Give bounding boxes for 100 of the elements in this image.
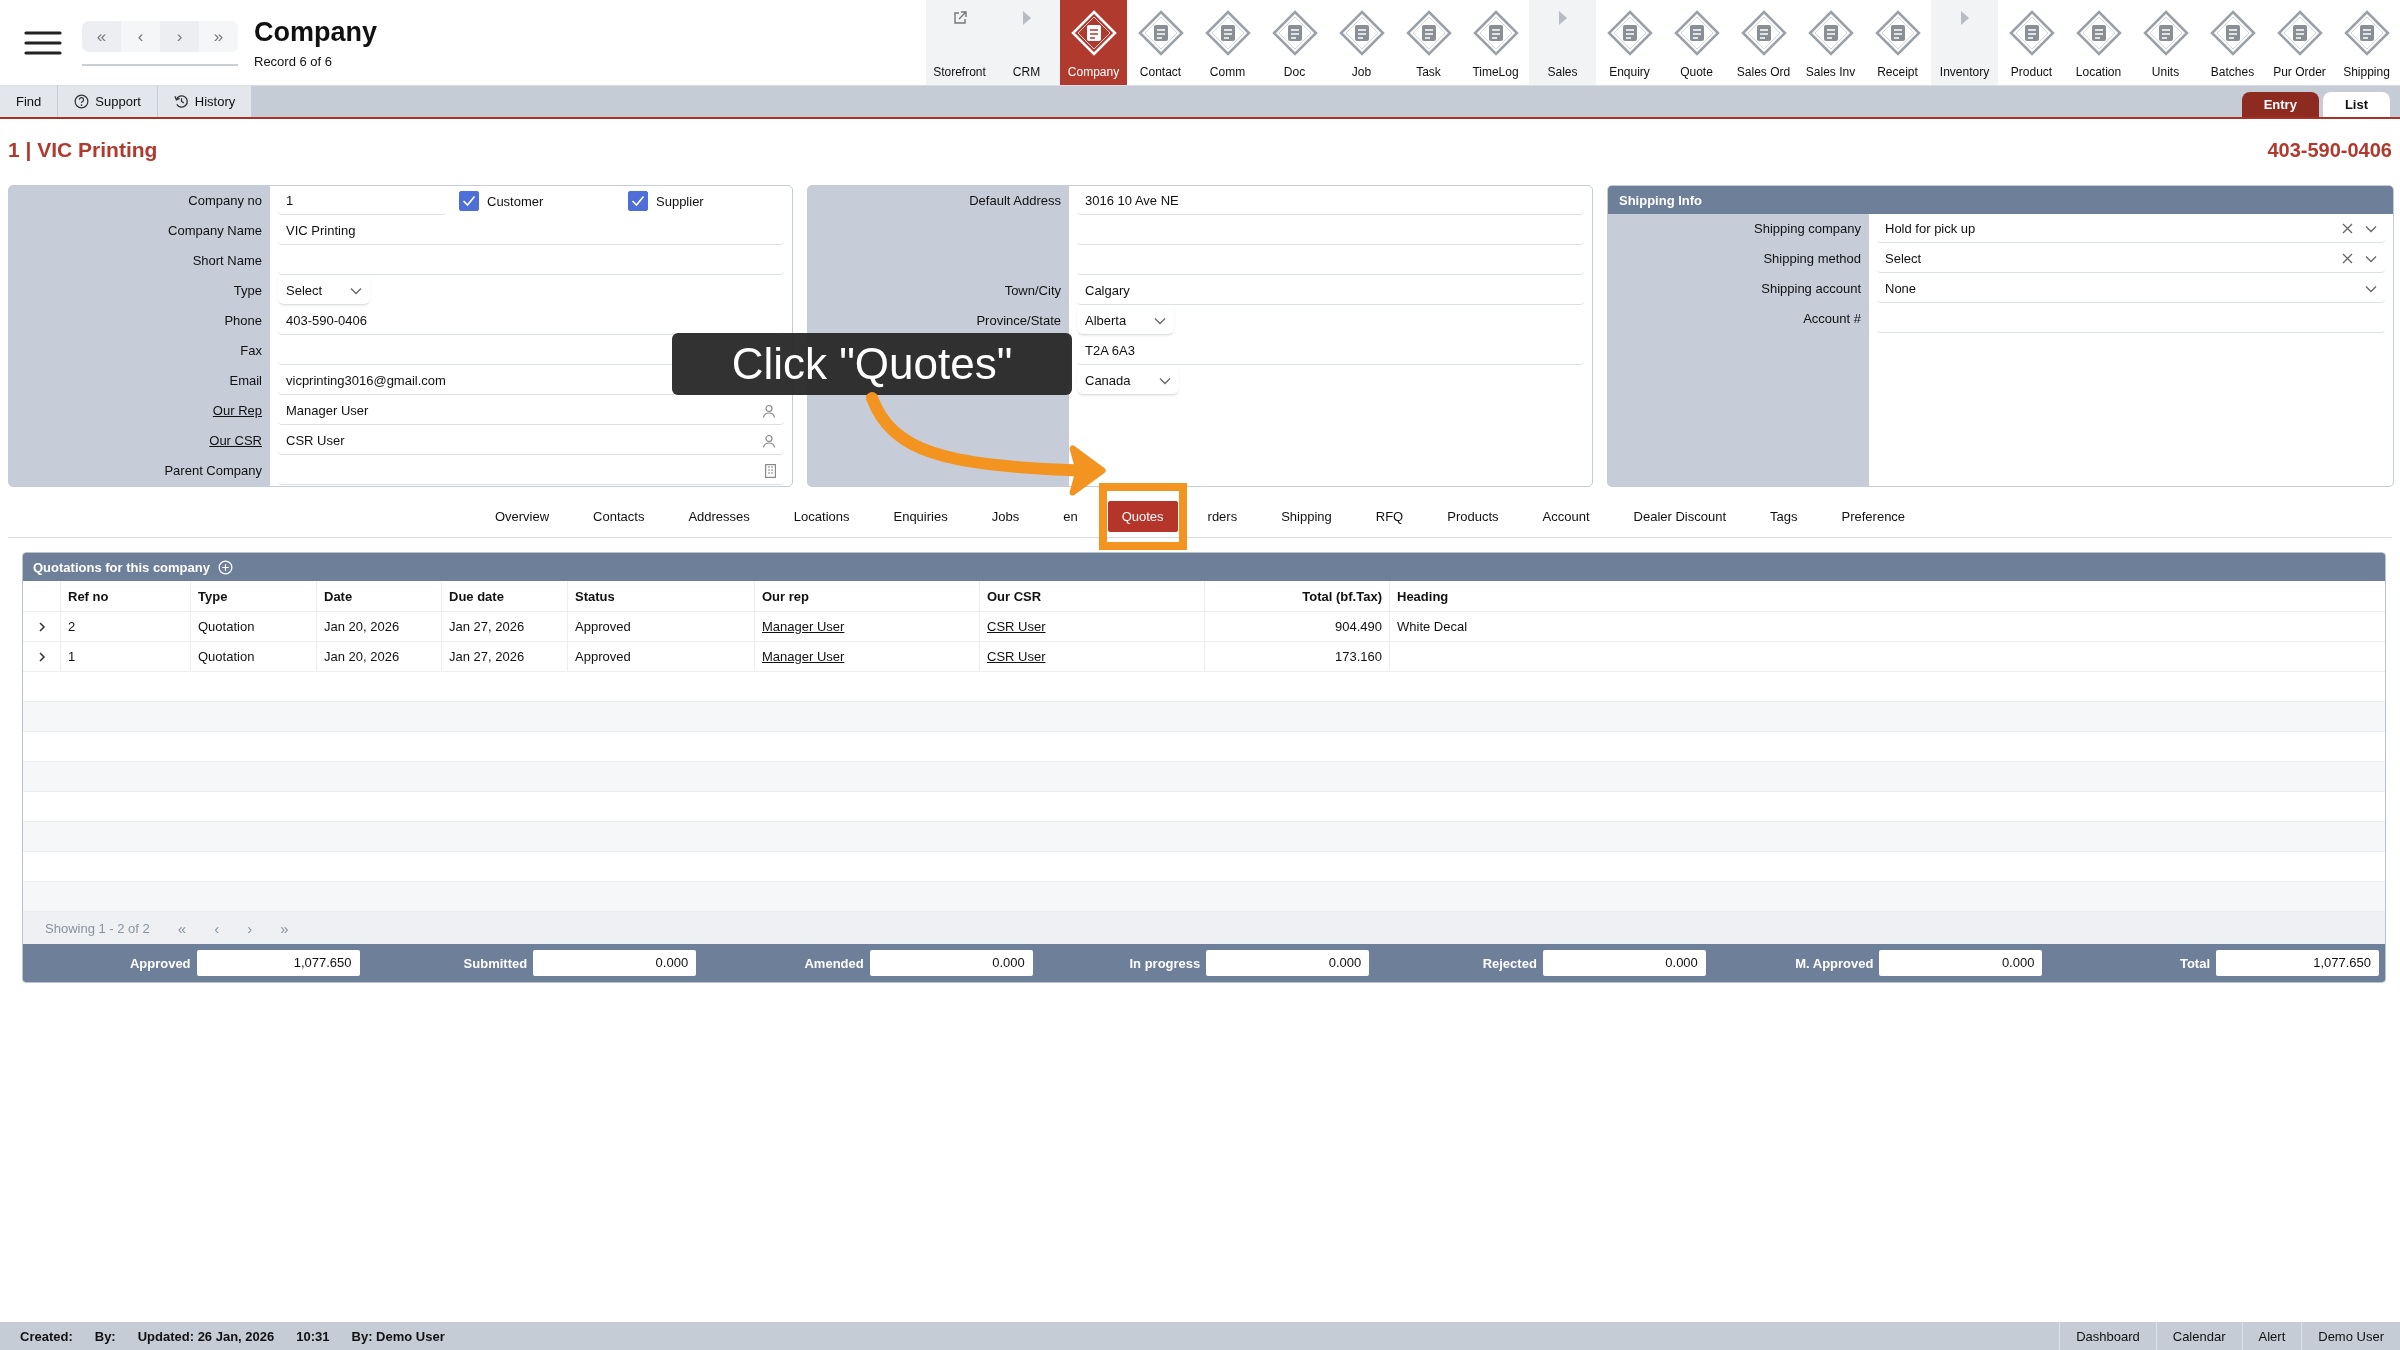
column-header[interactable]: Our rep <box>755 581 980 611</box>
table-link[interactable]: CSR User <box>987 619 1046 634</box>
status-link[interactable]: Dashboard <box>2059 1322 2156 1350</box>
module-button[interactable]: Sales Ord <box>1730 0 1797 85</box>
table-link[interactable]: Manager User <box>762 649 845 664</box>
module-button[interactable]: Company <box>1060 0 1127 85</box>
dropdown[interactable]: Hold for pick up <box>1877 215 2385 243</box>
module-button[interactable]: Receipt <box>1864 0 1931 85</box>
field-link[interactable]: Our CSR <box>209 433 262 448</box>
next-record-button[interactable]: › <box>160 21 199 52</box>
column-header[interactable]: Ref no <box>61 581 191 611</box>
support-button[interactable]: Support <box>58 86 158 117</box>
table-link[interactable]: Manager User <box>762 619 845 634</box>
module-button[interactable]: Enquiry <box>1596 0 1663 85</box>
tab[interactable]: Locations <box>779 500 864 532</box>
column-header[interactable]: Status <box>568 581 755 611</box>
module-button[interactable]: Doc <box>1261 0 1328 85</box>
view-tab[interactable]: List <box>2322 92 2390 117</box>
tab[interactable]: Enquiries <box>879 500 962 532</box>
total-value: 0.000 <box>1879 950 2043 976</box>
tab[interactable]: Shipping <box>1267 500 1346 532</box>
module-button[interactable]: Task <box>1395 0 1462 85</box>
status-link[interactable]: Alert <box>2241 1322 2302 1350</box>
module-button[interactable]: Comm <box>1194 0 1261 85</box>
module-button[interactable]: Units <box>2132 0 2199 85</box>
module-button[interactable]: Sales <box>1529 0 1596 85</box>
field-label: Company no <box>188 193 262 208</box>
module-button[interactable]: Location <box>2065 0 2132 85</box>
tab[interactable]: Addresses <box>674 500 764 532</box>
status-link[interactable]: Demo User <box>2301 1322 2400 1350</box>
tutorial-tooltip: Click "Quotes" <box>672 333 1072 395</box>
find-button[interactable]: Find <box>0 86 59 117</box>
module-button[interactable]: Pur Order <box>2266 0 2333 85</box>
column-header[interactable]: Due date <box>442 581 568 611</box>
input-field[interactable]: 3016 10 Ave NE <box>1077 187 1584 215</box>
total-value: 1,077.650 <box>2216 950 2379 976</box>
total-value: 0.000 <box>533 950 697 976</box>
column-header[interactable]: Our CSR <box>980 581 1205 611</box>
first-record-button[interactable]: « <box>82 21 121 52</box>
input-field[interactable]: CSR User <box>278 427 784 455</box>
module-button[interactable]: Sales Inv <box>1797 0 1864 85</box>
module-button[interactable]: Quote <box>1663 0 1730 85</box>
tab[interactable]: Contacts <box>579 500 659 532</box>
tab[interactable]: Preference <box>1827 500 1920 532</box>
module-button[interactable]: TimeLog <box>1462 0 1529 85</box>
tab[interactable]: Quotes <box>1107 500 1178 532</box>
tab[interactable]: Dealer Discount <box>1619 500 1741 532</box>
view-tab[interactable]: Entry <box>2241 92 2319 117</box>
table-title: Quotations for this company <box>33 559 210 575</box>
module-button[interactable]: Job <box>1328 0 1395 85</box>
module-button[interactable]: Batches <box>2199 0 2266 85</box>
module-button[interactable]: Storefront <box>926 0 993 85</box>
dropdown[interactable]: Select <box>1877 245 2385 273</box>
page-title: Company <box>254 16 378 48</box>
field-label: Default Address <box>969 193 1061 208</box>
record-title: 1 | VIC Printing <box>8 138 158 162</box>
tab[interactable]: rders <box>1193 500 1252 532</box>
tab[interactable]: Overview <box>480 500 564 532</box>
table-cell: 173.160 <box>1335 649 1382 664</box>
last-record-button[interactable]: » <box>199 21 238 52</box>
table-link[interactable]: CSR User <box>987 649 1046 664</box>
column-header[interactable]: Heading <box>1390 581 2385 611</box>
tab[interactable]: Account <box>1528 500 1604 532</box>
input-field[interactable]: Calgary <box>1077 277 1584 305</box>
tab[interactable]: en <box>1049 500 1092 532</box>
input-field[interactable]: T2A 6A3 <box>1077 337 1584 365</box>
tab[interactable]: Jobs <box>977 500 1034 532</box>
tab[interactable]: RFQ <box>1361 500 1418 532</box>
table-cell: Quotation <box>198 649 255 664</box>
dropdown[interactable]: None <box>1877 275 2385 303</box>
module-button[interactable]: Inventory <box>1931 0 1998 85</box>
dropdown[interactable]: Alberta <box>1077 307 1175 335</box>
dropdown[interactable]: Select <box>278 277 371 305</box>
input-field[interactable]: 1 <box>278 187 446 215</box>
status-link[interactable]: Calendar <box>2155 1322 2242 1350</box>
tab[interactable]: Tags <box>1756 500 1812 532</box>
total-label: Total <box>2178 955 2210 971</box>
input-field[interactable]: VIC Printing <box>278 217 784 245</box>
tab[interactable]: Products <box>1433 500 1513 532</box>
field-label: Company Name <box>168 223 262 238</box>
history-button[interactable]: History <box>157 86 253 117</box>
table-cell: 904.490 <box>1335 619 1382 634</box>
field-label: Type <box>233 283 262 298</box>
field-link[interactable]: Our Rep <box>212 403 262 418</box>
previous-record-button[interactable]: ‹ <box>121 21 160 52</box>
field-label: Town/City <box>1004 283 1061 298</box>
status-text: 10:31 <box>296 1328 330 1344</box>
field-label: Shipping account <box>1761 281 1861 296</box>
field-label: Short Name <box>192 253 262 268</box>
module-button[interactable]: Product <box>1998 0 2065 85</box>
column-header[interactable]: Total (bf.Tax) <box>1205 581 1390 611</box>
dropdown[interactable]: Canada <box>1077 367 1179 395</box>
field-label: Shipping company <box>1754 221 1861 236</box>
module-button[interactable]: CRM <box>993 0 1060 85</box>
column-header[interactable]: Date <box>317 581 442 611</box>
record-counter: Record 6 of 6 <box>254 53 334 69</box>
input-field[interactable]: Manager User <box>278 397 784 425</box>
module-button[interactable]: Shipping <box>2333 0 2400 85</box>
module-button[interactable]: Contact <box>1127 0 1194 85</box>
column-header[interactable]: Type <box>191 581 317 611</box>
